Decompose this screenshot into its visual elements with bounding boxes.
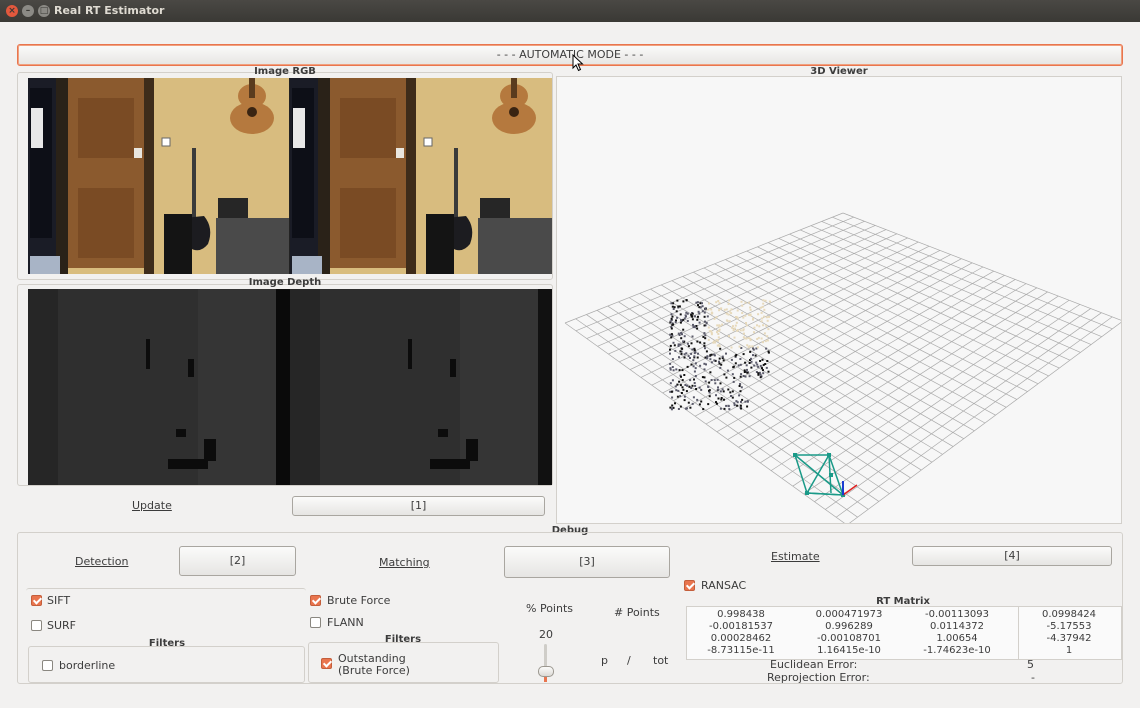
outstanding-sublabel: (Brute Force)	[338, 664, 410, 677]
update-button[interactable]: [1]	[292, 496, 545, 516]
percent-slider-handle[interactable]	[538, 666, 554, 677]
matching-button[interactable]: [3]	[504, 546, 670, 578]
borderline-label: borderline	[59, 659, 116, 672]
rt-cell: 0.998438	[717, 609, 765, 620]
rgb-image-view	[28, 78, 552, 274]
flann-label: FLANN	[327, 616, 364, 629]
rt-cell: -0.00108701	[816, 633, 882, 644]
image-rgb-title: Image RGB	[254, 66, 316, 77]
sift-checkbox[interactable]	[31, 595, 42, 606]
rt-cell: 1.16415e-10	[817, 645, 881, 656]
sift-label: SIFT	[47, 594, 71, 607]
rgb-frames-image	[28, 78, 552, 274]
flann-checkbox[interactable]	[310, 617, 321, 628]
rt-cell: 0.0998424	[1041, 609, 1097, 620]
detection-button[interactable]: [2]	[179, 546, 296, 576]
rt-cell: 0.0114372	[929, 621, 985, 632]
rt-cell: -1.74623e-10	[923, 645, 991, 656]
reprojection-error-value: -	[1031, 671, 1035, 684]
update-link[interactable]: Update	[132, 499, 172, 512]
maximize-window-icon[interactable]: □	[38, 5, 50, 17]
brute-force-checkbox[interactable]	[310, 595, 321, 606]
image-depth-title: Image Depth	[248, 277, 322, 288]
reprojection-error-label: Reprojection Error:	[767, 671, 870, 684]
points-p-value: p	[601, 654, 608, 667]
rt-cell: -5.17553	[1046, 621, 1092, 632]
euclidean-error-label: Euclidean Error:	[770, 658, 858, 671]
outstanding-checkbox[interactable]	[321, 658, 332, 669]
rt-cell: 0.000471973	[815, 609, 883, 620]
matching-link[interactable]: Matching	[379, 556, 430, 569]
points-tot-value: tot	[653, 654, 669, 667]
rt-cell: -0.00181537	[708, 621, 774, 632]
3d-scene	[564, 212, 1121, 523]
close-window-icon[interactable]: ×	[6, 5, 18, 17]
minimize-window-icon[interactable]: –	[22, 5, 34, 17]
depth-image-view	[28, 289, 552, 485]
window-title: Real RT Estimator	[54, 4, 165, 17]
3d-viewer[interactable]	[556, 76, 1122, 524]
rt-matrix-table: 0.998438 0.000471973 -0.00113093 0.09984…	[686, 606, 1122, 660]
rt-cell: 0.996289	[825, 621, 873, 632]
estimate-link[interactable]: Estimate	[771, 550, 820, 563]
points-separator: /	[627, 654, 631, 667]
title-bar: × – □ Real RT Estimator	[0, 0, 1140, 22]
rt-cell: 0.00028462	[710, 633, 772, 644]
depth-frames-image	[28, 289, 552, 485]
surf-checkbox[interactable]	[31, 620, 42, 631]
ransac-checkbox[interactable]	[684, 580, 695, 591]
rt-cell: 1.00654	[936, 633, 978, 644]
automatic-mode-button[interactable]: - - - AUTOMATIC MODE - - -	[17, 44, 1123, 66]
percent-slider-value: 20	[539, 628, 553, 641]
detection-link[interactable]: Detection	[75, 555, 128, 568]
brute-force-label: Brute Force	[327, 594, 391, 607]
rt-cell: -0.00113093	[924, 609, 990, 620]
borderline-checkbox[interactable]	[42, 660, 53, 671]
percent-points-label: % Points	[526, 602, 573, 615]
estimate-button[interactable]: [4]	[912, 546, 1112, 566]
surf-label: SURF	[47, 619, 77, 632]
rt-cell: 1	[1065, 645, 1073, 656]
rt-cell: -4.37942	[1046, 633, 1092, 644]
ransac-label: RANSAC	[701, 579, 747, 592]
num-points-label: # Points	[614, 606, 660, 619]
euclidean-error-value: 5	[1027, 658, 1034, 671]
rt-cell: -8.73115e-11	[707, 645, 775, 656]
